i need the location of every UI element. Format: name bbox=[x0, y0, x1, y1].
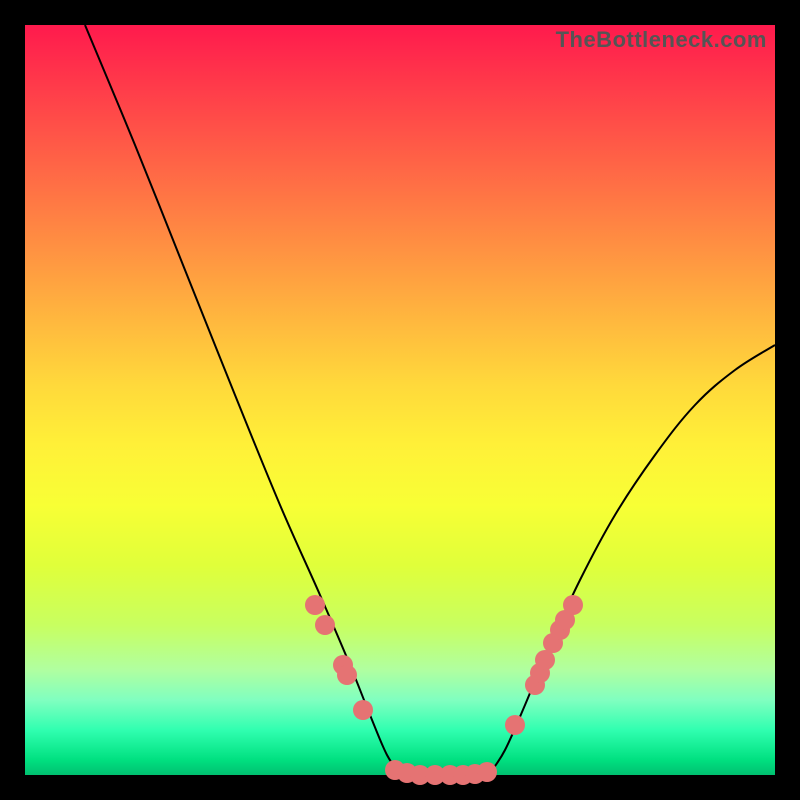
data-point-marker bbox=[337, 665, 357, 685]
data-point-marker bbox=[315, 615, 335, 635]
markers-right-group bbox=[505, 595, 583, 735]
bottleneck-curve-svg bbox=[25, 25, 775, 775]
curve-left-path bbox=[85, 25, 400, 773]
data-point-marker bbox=[477, 762, 497, 782]
data-point-marker bbox=[563, 595, 583, 615]
markers-left-group bbox=[305, 595, 373, 720]
data-point-marker bbox=[353, 700, 373, 720]
chart-frame: TheBottleneck.com bbox=[25, 25, 775, 775]
data-point-marker bbox=[305, 595, 325, 615]
data-point-marker bbox=[505, 715, 525, 735]
data-point-marker bbox=[535, 650, 555, 670]
curve-right-path bbox=[490, 345, 775, 773]
markers-bottom-group bbox=[385, 760, 497, 785]
